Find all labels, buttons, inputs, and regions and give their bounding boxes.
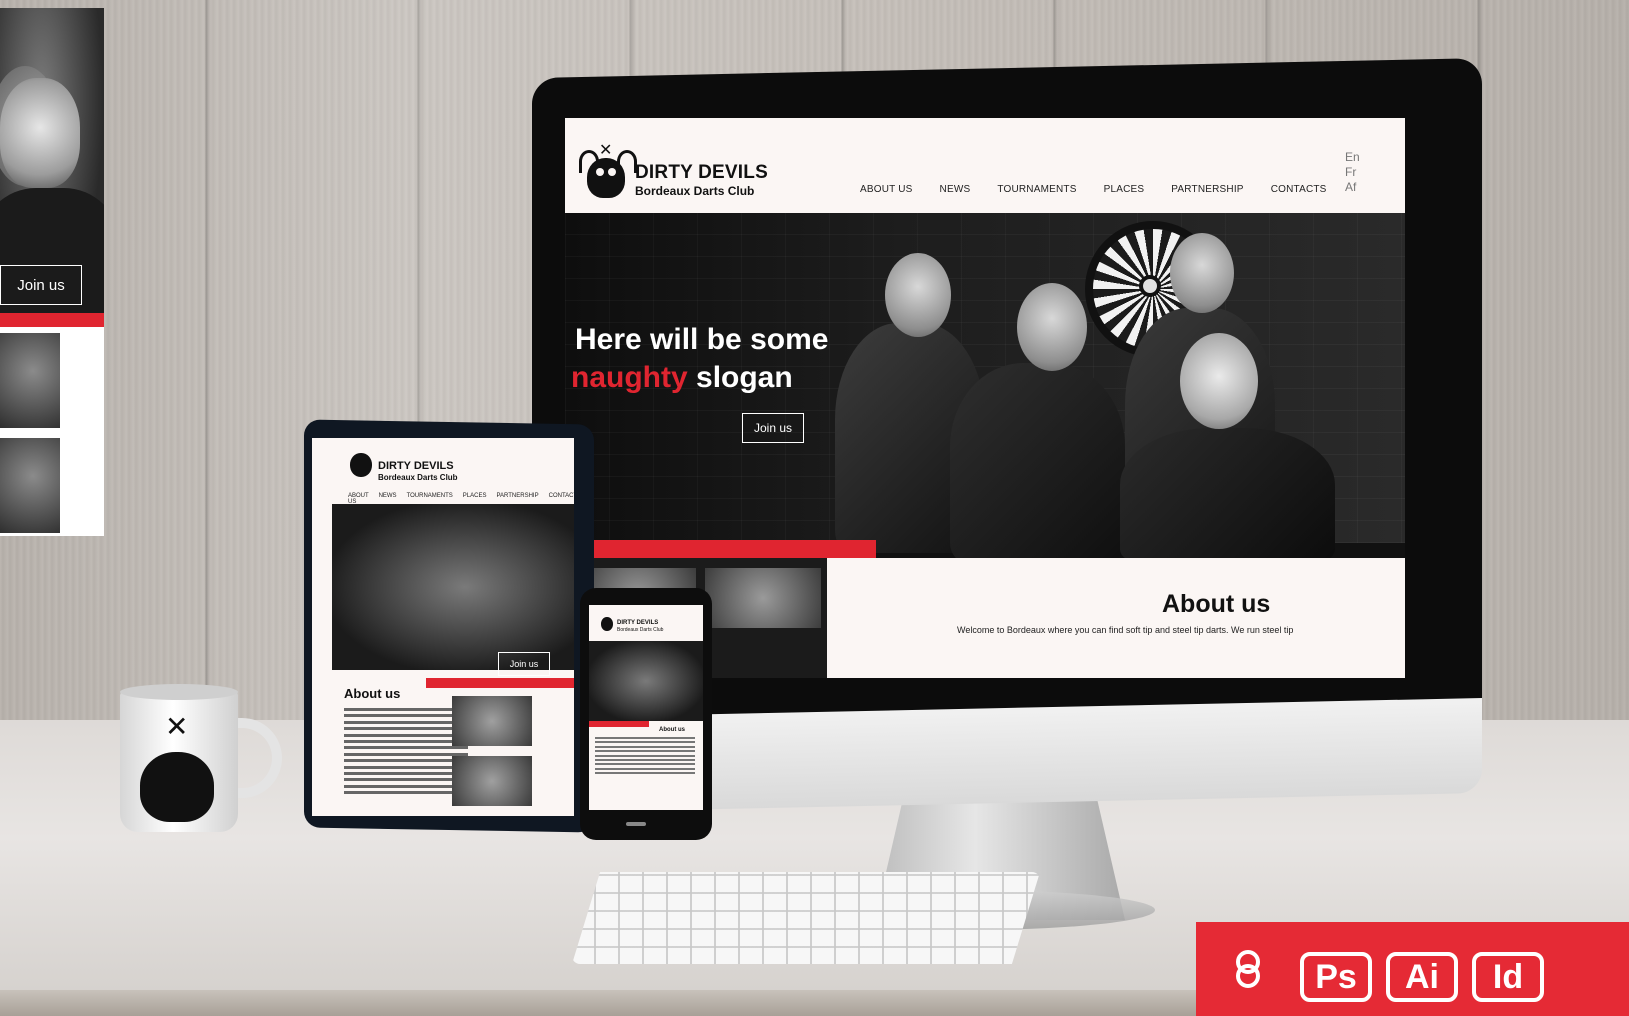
site-header: ✕ DIRTY DEVILS Bordeaux Darts Club ABOUT… [565,118,1405,213]
tablet-about-image [452,756,532,806]
left-photo-face [0,78,80,188]
hero-person-head [1170,233,1234,313]
darts-icon: ✕ [599,142,613,159]
phone-about-text [595,737,695,777]
left-red-bar [0,313,104,327]
about-section: About us Welcome to Bordeaux where you c… [827,558,1405,678]
hero-slogan-line1: Here will be some [575,323,829,356]
bridge-app-icon [1236,950,1274,988]
lang-fr[interactable]: Fr [1345,165,1360,180]
tablet-brand-subtitle: Bordeaux Darts Club [378,473,458,482]
skull-logo-icon [601,617,613,631]
phone-home-indicator [626,822,646,826]
tablet-brand-title: DIRTY DEVILS [378,460,454,472]
tablet-about-title: About us [344,686,401,701]
phone-about-title: About us [659,727,685,733]
hero-person-head [1180,333,1258,429]
nav-places[interactable]: PLACES [1104,184,1145,195]
phone-site-screen: DIRTY DEVILS Bordeaux Darts Club About u… [589,605,703,810]
skull-logo-icon [140,752,214,822]
nav-news[interactable]: NEWS [940,184,971,195]
photoshop-icon: Ps [1300,952,1372,1002]
lang-af[interactable]: Af [1345,180,1360,195]
nav-about-us[interactable]: ABOUT US [860,184,913,195]
keyboard-key-rows [572,872,1040,964]
hero-section: Here will be some naughty slogan Join us [565,213,1405,563]
illustrator-icon: Ai [1386,952,1458,1002]
hero-person [1120,428,1335,563]
phone-red-bar [589,721,649,727]
skull-logo-icon [350,453,372,477]
left-page-preview: Join us [0,8,104,536]
lang-en[interactable]: En [1345,150,1360,165]
skull-logo-icon[interactable] [587,158,625,198]
nav-tournaments[interactable]: TOURNAMENTS [997,184,1076,195]
left-thumbnail [0,438,60,533]
hero-slogan-rest: slogan [687,361,793,394]
nav-contacts[interactable]: CONTACTS [1271,184,1327,195]
tablet-hero-photo [332,504,574,670]
about-text: Welcome to Bordeaux where you can find s… [957,625,1294,635]
hero-person [950,363,1125,563]
tablet-about-image [452,696,532,746]
hero-person-head [1017,283,1087,371]
phone-hero-photo [589,641,703,721]
left-hero-photo: Join us [0,8,104,313]
about-thumbnail [705,568,821,628]
brand-subtitle: Bordeaux Darts Club [635,184,755,198]
mug-rim [120,684,238,700]
nav-partnership[interactable]: PARTNERSHIP [1171,184,1243,195]
hero-person-head [885,253,951,337]
tablet-about-text [344,708,468,797]
language-switcher: En Fr Af [1345,150,1360,195]
phone-brand-subtitle: Bordeaux Darts Club [617,627,664,633]
brand-title: DIRTY DEVILS [635,162,768,183]
main-nav: ABOUT US NEWS TOURNAMENTS PLACES PARTNER… [860,184,1327,195]
tablet-red-bar [426,678,574,688]
left-thumbnail [0,333,60,428]
phone-brand-title: DIRTY DEVILS [617,620,659,626]
tablet-site-screen: DIRTY DEVILS Bordeaux Darts Club ABOUT U… [312,438,574,816]
left-join-button[interactable]: Join us [0,265,82,305]
darts-icon: ✕ [165,711,189,742]
indesign-icon: Id [1472,952,1544,1002]
hero-slogan-line2: naughty slogan [571,361,793,395]
tablet-join-button[interactable]: Join us [498,652,550,676]
about-title: About us [1162,590,1271,618]
join-us-button[interactable]: Join us [742,413,804,443]
hero-red-bar [580,540,876,558]
hero-slogan-accent: naughty [571,361,688,394]
